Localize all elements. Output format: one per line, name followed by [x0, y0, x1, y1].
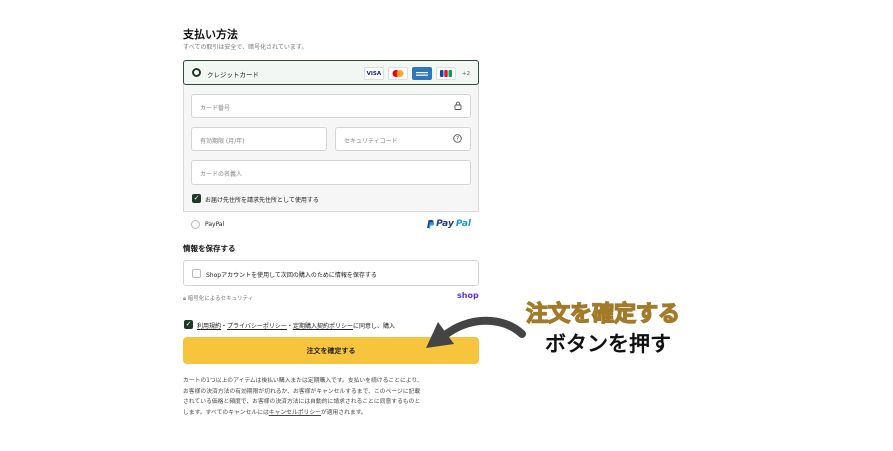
lock-icon	[454, 101, 462, 112]
paypal-logo-text-pal: Pal	[455, 219, 471, 229]
help-icon[interactable]: ?	[453, 134, 462, 145]
jcb-logo-icon	[435, 67, 456, 80]
save-info-checkbox[interactable]	[192, 269, 201, 278]
paypal-radio[interactable]	[191, 220, 200, 229]
paypal-label: PayPal	[205, 221, 225, 228]
card-number-input[interactable]: カード番号	[191, 94, 471, 118]
save-info-option[interactable]: Shopアカウントを使用して次回の購入のために情報を保存する	[183, 260, 479, 286]
notice-line-4-pre: します。すべてのキャンセルには	[183, 409, 269, 416]
svg-text:?: ?	[456, 136, 459, 143]
terms-text: 利用規約・プライバシーポリシー・定期購入契約ポリシーに同意し、購入	[197, 321, 395, 330]
shop-logo: shop	[457, 291, 479, 300]
subscription-notice: カートの1つ以上のアイテムは後払い購入または定期購入です。支払いを続けることによ…	[183, 376, 483, 418]
security-code-input[interactable]: セキュリティコード ?	[335, 127, 471, 151]
cardholder-name-placeholder: カードの名義人	[200, 171, 243, 178]
notice-line-3: されている価格と頻度で、お客様の決済方法には自動的に請求されることに同意するもの…	[183, 399, 421, 405]
cancel-policy-link[interactable]: キャンセルポリシー	[269, 410, 321, 416]
notice-line-1: カートの1つ以上のアイテムは後払い購入または定期購入です。支払いを続けることによ…	[183, 378, 423, 384]
billing-same-checkbox[interactable]: ✓	[192, 194, 201, 203]
expiry-placeholder: 有効期限 (月/年)	[200, 138, 245, 145]
mastercard-logo-icon	[387, 67, 408, 80]
secure-note: 🔒︎ 暗号化によるセキュリティ	[183, 294, 253, 303]
terms-checkbox[interactable]: ✓	[184, 320, 193, 329]
visa-logo-icon: VISA	[363, 67, 384, 80]
save-info-label: Shopアカウントを使用して次回の購入のために情報を保存する	[206, 272, 377, 279]
paypal-logo-text-pay: Pay	[436, 219, 454, 229]
terms-rest: に同意し、購入	[352, 323, 395, 330]
annotation-line-1: 注文を確定する	[525, 301, 681, 327]
subscription-policy-link[interactable]: 定期購入契約ポリシー	[293, 323, 353, 330]
notice-line-4-post: が適用されます。	[320, 409, 367, 416]
privacy-policy-link[interactable]: プライバシーポリシー	[227, 323, 287, 330]
card-logos: VISA +2	[363, 67, 470, 80]
annotation-arrow-icon	[426, 316, 526, 348]
secure-note-text: 暗号化によるセキュリティ	[187, 296, 254, 302]
lock-small-icon: 🔒︎	[183, 296, 186, 302]
credit-card-radio[interactable]	[192, 68, 201, 77]
annotation-line-2: ボタンを押す	[545, 332, 671, 356]
credit-card-option[interactable]: クレジットカード VISA +2	[183, 60, 479, 85]
expiry-input[interactable]: 有効期限 (月/年)	[191, 127, 327, 151]
payment-title: 支払い方法	[183, 28, 238, 41]
cardholder-name-input[interactable]: カードの名義人	[191, 160, 471, 185]
more-cards-count: +2	[461, 70, 470, 77]
terms-link[interactable]: 利用規約	[197, 323, 221, 330]
billing-same-label: お届け先住所を請求先住所として使用する	[205, 197, 319, 204]
card-number-placeholder: カード番号	[200, 105, 231, 112]
notice-line-2: お客様の決済方法の有効期限が切れるか、お客様がキャンセルするまで、このページに記…	[183, 388, 421, 395]
payment-subtitle: すべての取引は安全で、暗号化されています。	[183, 44, 308, 51]
amex-logo-icon	[411, 67, 432, 80]
paypal-logo-icon: Pay Pal	[426, 219, 471, 229]
notice-line-4: します。すべてのキャンセルにはキャンセルポリシーが適用されます。	[183, 408, 483, 419]
security-code-placeholder: セキュリティコード	[344, 138, 398, 145]
save-info-title: 情報を保存する	[183, 244, 236, 253]
paypal-option[interactable]: PayPal Pay Pal	[183, 211, 479, 236]
credit-card-label: クレジットカード	[207, 71, 259, 79]
